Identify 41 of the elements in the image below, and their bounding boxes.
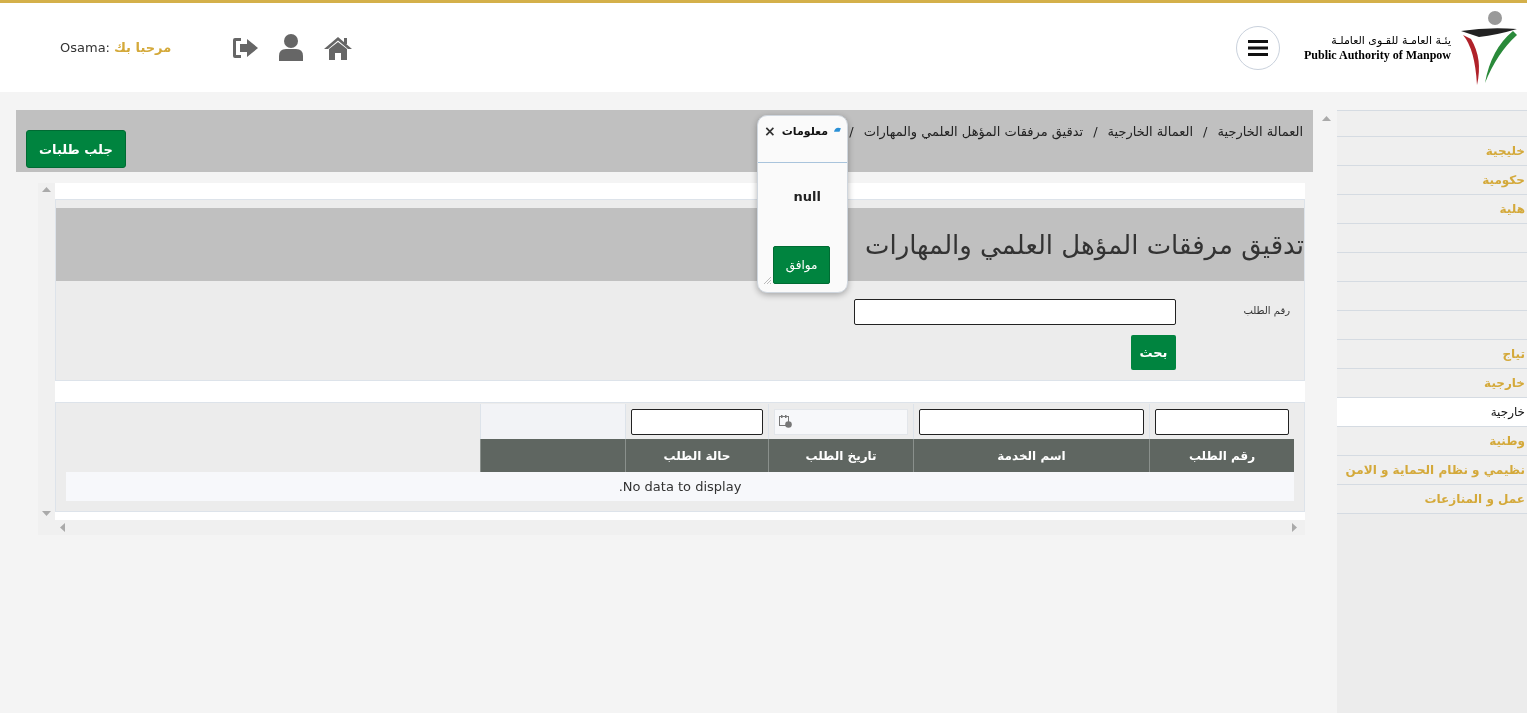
breadcrumb-separator: / <box>849 124 854 139</box>
empty-message: No data to display. <box>618 479 742 494</box>
logout-icon[interactable] <box>231 35 260 60</box>
dialog-message: null <box>793 189 821 204</box>
column-header[interactable]: اسم الخدمة <box>913 439 1149 472</box>
date-filter-field[interactable] <box>774 408 908 435</box>
menu-button[interactable] <box>1236 25 1280 70</box>
column-header[interactable]: تاريخ الطلب <box>768 439 913 472</box>
greeting-text: مرحبا بك <box>114 40 172 55</box>
info-icon <box>834 125 841 133</box>
logo-arabic-text: يئـة العامـة للقـوى العاملـة <box>1330 33 1451 48</box>
resize-grip-icon[interactable] <box>764 277 771 284</box>
filter-field[interactable] <box>1155 408 1289 435</box>
scroll-up-icon[interactable] <box>42 187 51 192</box>
user-name: Osama: <box>60 40 110 55</box>
scroll-right-icon[interactable] <box>1292 523 1297 532</box>
breadcrumb-separator: / <box>1203 124 1208 139</box>
request-number-field[interactable] <box>854 299 1176 325</box>
search-button[interactable]: بحث <box>1131 335 1176 370</box>
user-icon[interactable] <box>279 34 304 61</box>
dialog-title: معلومات <box>781 125 829 138</box>
scroll-up-icon[interactable] <box>1321 116 1331 121</box>
breadcrumb-link[interactable]: العمالة الخارجية <box>1217 124 1303 139</box>
logo-english-text: Public Authority of Manpow <box>1304 47 1451 62</box>
request-number-label: رقم الطلب <box>1242 304 1291 316</box>
menu-icon <box>1248 39 1268 56</box>
filter-field[interactable] <box>919 408 1144 435</box>
home-icon[interactable] <box>323 35 354 60</box>
calendar-icon[interactable] <box>779 415 792 428</box>
breadcrumb-separator: / <box>1093 124 1098 139</box>
column-header[interactable]: رقم الطلب <box>1149 439 1294 472</box>
scroll-left-icon[interactable] <box>60 523 65 532</box>
column-header[interactable]: حالة الطلب <box>625 439 768 472</box>
scroll-down-icon[interactable] <box>42 511 51 516</box>
filter-field[interactable] <box>631 408 763 435</box>
breadcrumb-link[interactable]: تدقيق مرفقات المؤهل العلمي والمهارات <box>863 124 1084 139</box>
breadcrumb-link[interactable]: العمالة الخارجية <box>1107 124 1194 139</box>
fetch-requests-button[interactable]: جلب طلبات <box>26 130 126 168</box>
close-button[interactable]: × <box>764 125 776 138</box>
ok-button[interactable]: موافق <box>773 246 830 284</box>
sidebar-item[interactable]: خارجية <box>1337 398 1527 427</box>
